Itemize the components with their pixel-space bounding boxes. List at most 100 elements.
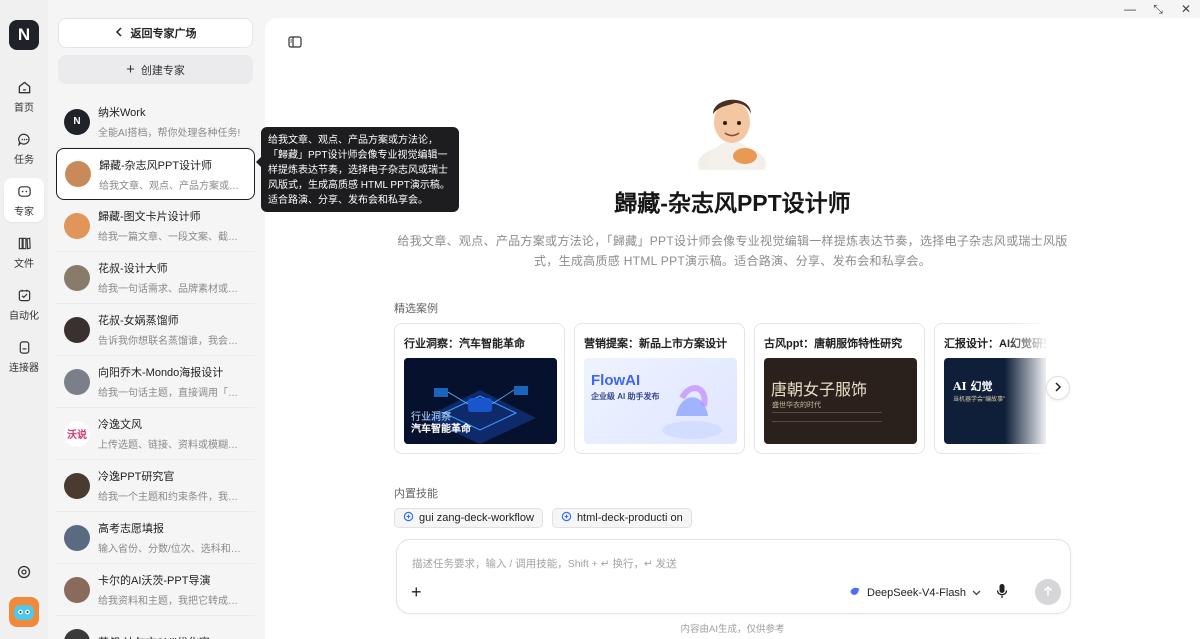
expert-name: 花叔-设计大师 <box>98 263 168 275</box>
home-icon <box>15 78 33 96</box>
skill-chip[interactable]: gui zang-deck-workflow <box>394 508 543 528</box>
expert-name: 花叔-达尔文Skill优化官 <box>98 634 210 639</box>
create-label: 创建专家 <box>140 64 185 77</box>
expert-item[interactable]: 沃说 冷逸文风 上传选题、链接、资料或模糊想法 <box>56 408 255 460</box>
expert-item[interactable]: 卡尔的AI沃茨-PPT导演给我资料和主题，我把它转成有说服力的演示 <box>56 564 255 616</box>
expert-list: N 纳米Work 全能AI搭档，帮你处理各种任务! 歸藏-杂志风PPT设计师 给我文章、… <box>56 96 255 639</box>
model-selector[interactable]: DeepSeek-V4-Flash <box>849 585 981 600</box>
case-title: 行业洞察：汽车智能革命 <box>404 338 525 350</box>
case-title: 营销提案：新品上市方案设计 <box>584 338 727 350</box>
expert-name: 歸藏-图文卡片设计师 <box>98 211 201 223</box>
expert-avatar-small <box>64 576 90 603</box>
case-thumbnail: 行业洞察 汽车智能革命 <box>404 358 557 444</box>
message-composer[interactable]: 描述任务要求，输入 / 调用技能，Shift + ↵ 换行，↵ 发送 + Dee… <box>396 539 1071 614</box>
app-logo[interactable]: N <box>9 20 39 50</box>
add-attachment-button[interactable]: + <box>411 583 422 601</box>
expert-item[interactable]: 高考志愿填报输入省份、分数/位次、选科和目标城市 <box>56 512 255 564</box>
expert-avatar-small <box>64 524 90 551</box>
expert-name: 歸藏-杂志风PPT设计师 <box>99 159 213 172</box>
skill-label: gui zang-deck-workflow <box>419 512 534 524</box>
case-thumb-title: FlowAI <box>591 372 641 389</box>
connector-icon <box>15 338 33 356</box>
sidebar-toggle-icon[interactable] <box>287 34 303 50</box>
expert-avatar <box>695 84 769 182</box>
rail-item-files[interactable]: 文件 <box>4 230 44 274</box>
expert-desc: 上传选题、链接、资料或模糊想法 <box>98 440 247 451</box>
expert-item[interactable]: 花叔-达尔文Skill优化官 <box>56 616 255 639</box>
create-expert-button[interactable]: + 创建专家 <box>58 55 253 84</box>
rail-label: 首页 <box>14 103 34 114</box>
expert-text: 卡尔的AI沃茨-PPT导演给我资料和主题，我把它转成有说服力的演示 <box>98 572 247 607</box>
carousel-next-button[interactable] <box>1046 376 1070 400</box>
expert-desc: 全能AI搭档，帮你处理各种任务! <box>98 128 241 139</box>
expert-name: 向阳乔木-Mondo海报设计 <box>98 367 224 379</box>
expert-text: 向阳乔木-Mondo海报设计给我一句话主题，直接调用「向日葵」风格 <box>98 364 247 399</box>
expert-desc: 给我一篇文章、一段文案、截图或素材 <box>98 232 247 243</box>
icon-rail: N 首页 任务 专家 文件 自动化 连接器 <box>0 0 48 639</box>
expert-avatar-small <box>65 161 91 187</box>
expert-text: 冷逸PPT研究官给我一个主题和约束条件，我会用深度研究 <box>98 468 247 503</box>
minimize-button[interactable]: — <box>1116 0 1144 18</box>
case-card[interactable]: 行业洞察：汽车智能革命 行业洞察 汽车智能革命 <box>394 323 565 454</box>
case-thumb-sub: 企业级 AI 助手发布 <box>591 392 660 401</box>
expert-item[interactable]: 花叔-设计大师给我一句话需求、品牌素材或产品截图 <box>56 252 255 304</box>
expert-text: 冷逸文风 上传选题、链接、资料或模糊想法 <box>98 416 247 451</box>
expert-text: 花叔-设计大师给我一句话需求、品牌素材或产品截图 <box>98 260 247 295</box>
rail-item-home[interactable]: 首页 <box>4 74 44 118</box>
chevron-down-icon <box>972 587 981 599</box>
send-button[interactable] <box>1035 579 1061 605</box>
rail-item-tasks[interactable]: 任务 <box>4 126 44 170</box>
skills-label: 内置技能 <box>394 488 438 500</box>
cases-label: 精选案例 <box>394 303 438 315</box>
expert-name: 纳米Work <box>98 107 146 119</box>
settings-icon[interactable] <box>16 564 32 583</box>
case-thumb-sub: 汽车智能革命 <box>411 424 471 435</box>
expert-list-panel: 返回专家广场 + 创建专家 N 纳米Work 全能AI搭档，帮你处理各种任务! 歸藏-… <box>48 0 265 639</box>
expert-desc: 告诉我你想联名蒸馏谁，我会自动搜集资料 <box>98 336 247 347</box>
case-card[interactable]: 营销提案：新品上市方案设计 FlowAI 企业级 AI 助手发布 <box>574 323 745 454</box>
close-button[interactable]: ✕ <box>1172 0 1200 18</box>
case-thumbnail: FlowAI 企业级 AI 助手发布 <box>584 358 737 444</box>
expert-desc: 给我资料和主题，我把它转成有说服力的演示 <box>98 596 247 607</box>
expert-desc: 给我一句话主题，直接调用「向日葵」风格 <box>98 388 247 399</box>
restore-button[interactable]: ⤡ <box>1144 0 1172 18</box>
main-content: 歸藏-杂志风PPT设计师 给我文章、观点、产品方案或方法论，「歸藏」PPT设计师… <box>265 18 1200 639</box>
expert-text: 花叔-达尔文Skill优化官 <box>98 634 210 639</box>
back-to-plaza-button[interactable]: 返回专家广场 <box>58 18 253 48</box>
expert-avatar-small <box>64 472 90 499</box>
rail-label: 连接器 <box>9 363 39 374</box>
arrow-up-icon <box>1042 585 1054 600</box>
expert-item[interactable]: 花叔-女娲蒸馏师告诉我你想联名蒸馏谁，我会自动搜集资料 <box>56 304 255 356</box>
expert-description: 给我文章、观点、产品方案或方法论，「歸藏」PPT设计师会像专业视觉编辑一样提炼表… <box>397 234 1068 268</box>
expert-icon <box>15 182 33 200</box>
rail-item-automation[interactable]: 自动化 <box>4 282 44 326</box>
composer-placeholder[interactable]: 描述任务要求，输入 / 调用技能，Shift + ↵ 换行，↵ 发送 <box>412 556 677 571</box>
microphone-icon[interactable] <box>995 583 1009 602</box>
expert-name: 卡尔的AI沃茨-PPT导演 <box>98 575 211 587</box>
expert-item[interactable]: N 纳米Work 全能AI搭档，帮你处理各种任务! <box>56 96 255 148</box>
rail-bottom <box>0 564 48 627</box>
rail-label: 专家 <box>14 207 34 218</box>
skill-icon <box>403 511 414 525</box>
expert-desc: 给我文章、观点、产品方案或方法论，「歸藏」PPT设计师会像专业视觉编辑一样提炼表… <box>99 180 246 192</box>
case-card[interactable]: 古风ppt：唐朝服饰特性研究 唐朝女子服饰 盛世华衣的时代 <box>754 323 925 454</box>
rail-item-experts[interactable]: 专家 <box>4 178 44 222</box>
chat-icon <box>15 130 33 148</box>
expert-item[interactable]: 冷逸PPT研究官给我一个主题和约束条件，我会用深度研究 <box>56 460 255 512</box>
rail-item-connectors[interactable]: 连接器 <box>4 334 44 378</box>
expert-tooltip: 给我文章、观点、产品方案或方法论，「歸藏」PPT设计师会像专业视觉编辑一样提炼表… <box>256 127 459 212</box>
skill-chips: gui zang-deck-workflow html-deck-product… <box>394 508 692 528</box>
expert-item[interactable]: 向阳乔木-Mondo海报设计给我一句话主题，直接调用「向日葵」风格 <box>56 356 255 408</box>
expert-item[interactable]: 歸藏-图文卡片设计师给我一篇文章、一段文案、截图或素材 <box>56 200 255 252</box>
expert-avatar-small <box>64 264 90 291</box>
user-avatar[interactable] <box>9 597 39 627</box>
model-name: DeepSeek-V4-Flash <box>867 586 967 599</box>
skill-icon <box>561 511 572 525</box>
skill-chip[interactable]: html-deck-producti on <box>551 508 692 528</box>
expert-item[interactable]: 歸藏-杂志风PPT设计师给我文章、观点、产品方案或方法论，「歸藏」PPT设计师会… <box>56 148 255 200</box>
expert-desc: 给我一句话需求、品牌素材或产品截图 <box>98 284 247 295</box>
expert-text: 花叔-女娲蒸馏师告诉我你想联名蒸馏谁，我会自动搜集资料 <box>98 312 247 347</box>
case-title: 古风ppt：唐朝服饰特性研究 <box>764 338 903 350</box>
case-thumb-title: AI 幻觉 <box>953 380 993 393</box>
expert-avatar-small <box>64 628 90 639</box>
